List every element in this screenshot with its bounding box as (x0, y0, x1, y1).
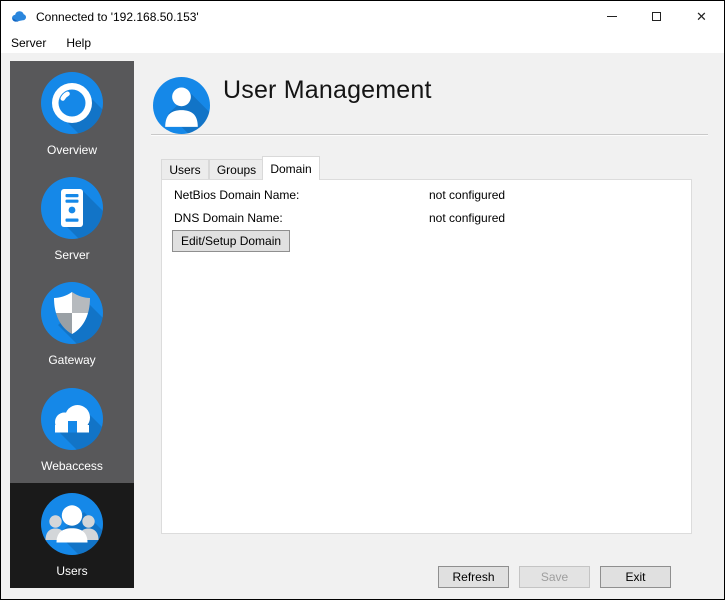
menu-server[interactable]: Server (1, 33, 56, 53)
lens-icon (40, 71, 104, 135)
users-icon (40, 492, 104, 556)
dns-domain-value: not configured (429, 211, 505, 225)
header-divider (151, 134, 708, 135)
sidebar-item-label: Server (54, 248, 89, 262)
title-bar: Connected to '192.168.50.153' ✕ (1, 1, 724, 32)
server-icon (40, 176, 104, 240)
close-icon: ✕ (696, 10, 707, 23)
window-controls: ✕ (589, 1, 724, 32)
sidebar-item-label: Overview (47, 143, 97, 157)
refresh-button[interactable]: Refresh (438, 566, 509, 588)
close-button[interactable]: ✕ (679, 1, 724, 32)
window-title: Connected to '192.168.50.153' (36, 10, 199, 24)
menu-help[interactable]: Help (56, 33, 101, 53)
dns-domain-label: DNS Domain Name: (174, 211, 283, 225)
tab-users[interactable]: Users (161, 159, 209, 180)
minimize-icon (607, 16, 617, 17)
sidebar-item-users[interactable]: Users (10, 483, 134, 588)
tab-groups[interactable]: Groups (209, 159, 264, 180)
cloud-app-icon (11, 9, 27, 25)
menu-bar: Server Help (1, 32, 724, 53)
save-button[interactable]: Save (519, 566, 590, 588)
user-management-icon (153, 77, 210, 134)
netbios-domain-value: not configured (429, 188, 505, 202)
netbios-domain-label: NetBios Domain Name: (174, 188, 299, 202)
minimize-button[interactable] (589, 1, 634, 32)
maximize-button[interactable] (634, 1, 679, 32)
app-window: Connected to '192.168.50.153' ✕ Server H… (0, 0, 725, 600)
edit-setup-domain-button[interactable]: Edit/Setup Domain (172, 230, 290, 252)
shield-icon (40, 281, 104, 345)
sidebar-nav: Overview Server (10, 61, 134, 588)
domain-tab-panel: NetBios Domain Name: not configured DNS … (161, 179, 692, 534)
sidebar-item-label: Users (56, 564, 87, 578)
sidebar-item-webaccess[interactable]: Webaccess (10, 377, 134, 482)
sidebar-item-label: Webaccess (41, 459, 103, 473)
tab-domain[interactable]: Domain (262, 156, 320, 180)
sidebar-item-server[interactable]: Server (10, 166, 134, 271)
page-title: User Management (223, 76, 432, 105)
exit-button[interactable]: Exit (600, 566, 671, 588)
maximize-icon (652, 12, 661, 21)
sidebar-item-label: Gateway (48, 353, 95, 367)
sidebar-item-overview[interactable]: Overview (10, 61, 134, 166)
sidebar-item-gateway[interactable]: Gateway (10, 272, 134, 377)
cloud-icon (40, 387, 104, 451)
